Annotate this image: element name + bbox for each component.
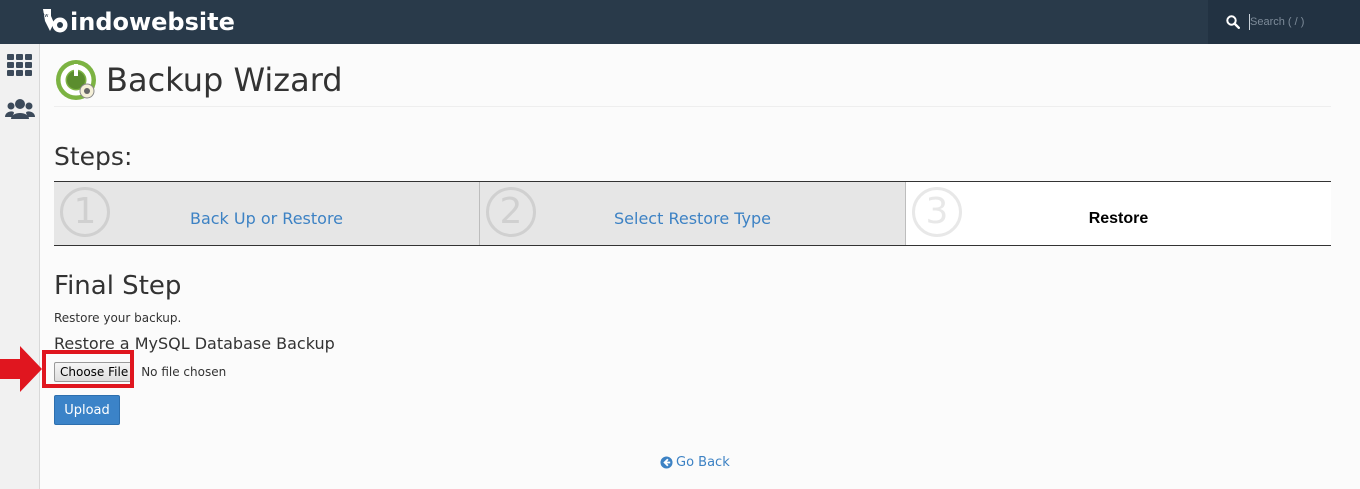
step-back-up-or-restore[interactable]: 1 Back Up or Restore xyxy=(54,182,479,245)
step-label: Restore xyxy=(1088,209,1149,227)
backup-wizard-icon xyxy=(56,60,96,100)
step-restore: 3 Restore xyxy=(905,182,1331,245)
users-icon[interactable] xyxy=(5,96,35,122)
search-icon xyxy=(1226,15,1240,29)
final-step-heading: Final Step xyxy=(54,271,182,301)
search-input[interactable] xyxy=(1248,11,1352,33)
go-back-link[interactable]: Go Back xyxy=(660,455,730,470)
arrow-left-circle-icon xyxy=(660,456,673,469)
steps-heading: Steps: xyxy=(54,142,133,171)
logo-icon: iw xyxy=(43,9,68,33)
restore-description: Restore your backup. xyxy=(54,311,182,325)
top-navbar: iw indowebsite xyxy=(0,0,1360,44)
svg-text:iw: iw xyxy=(43,13,48,19)
steps-bar: 1 Back Up or Restore 2 Select Restore Ty… xyxy=(54,181,1331,246)
step-number: 2 xyxy=(486,187,536,237)
highlight-box xyxy=(42,350,134,388)
file-status-text: No file chosen xyxy=(141,365,227,379)
step-number: 3 xyxy=(912,187,962,237)
upload-button[interactable]: Upload xyxy=(54,395,120,425)
step-select-restore-type[interactable]: 2 Select Restore Type xyxy=(479,182,905,245)
search-box[interactable] xyxy=(1208,0,1360,44)
main-content: Backup Wizard Steps: 1 Back Up or Restor… xyxy=(40,44,1360,489)
step-label[interactable]: Select Restore Type xyxy=(614,209,771,228)
brand-name: indowebsite xyxy=(70,8,235,36)
text-cursor xyxy=(1249,14,1250,30)
step-number: 1 xyxy=(60,187,110,237)
brand-logo[interactable]: iw indowebsite xyxy=(40,6,235,38)
step-label[interactable]: Back Up or Restore xyxy=(190,209,343,228)
sidebar xyxy=(0,44,40,489)
page-header: Backup Wizard xyxy=(54,54,1331,107)
red-arrow-annotation xyxy=(0,346,42,392)
go-back-label: Go Back xyxy=(676,455,730,470)
apps-grid-icon[interactable] xyxy=(5,52,35,78)
page-title: Backup Wizard xyxy=(106,61,343,99)
